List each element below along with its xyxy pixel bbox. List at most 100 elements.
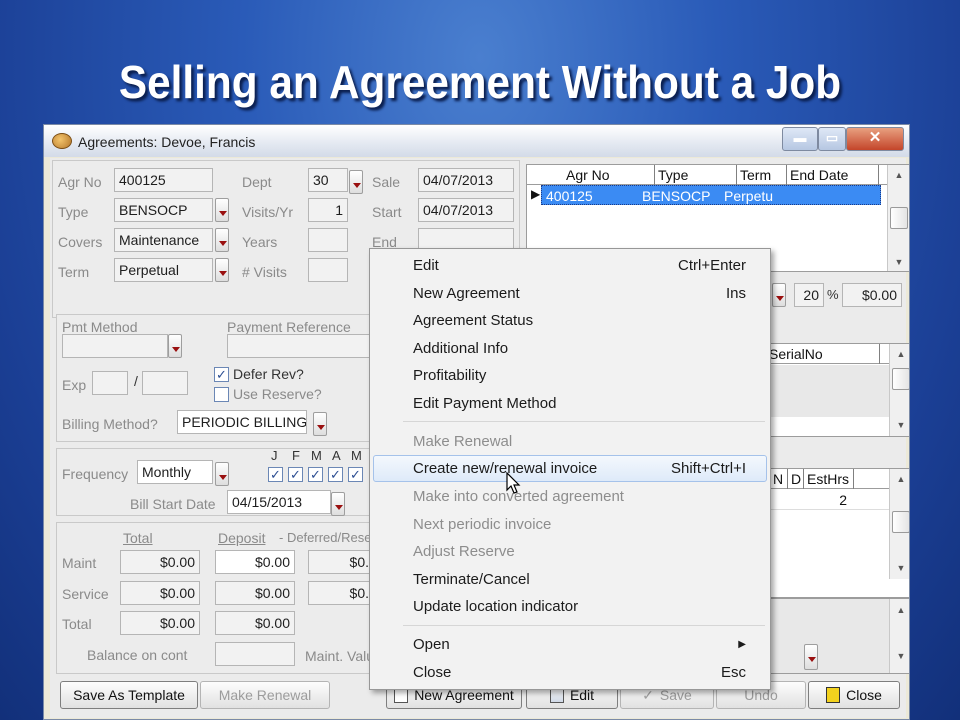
frequency-field[interactable]: Monthly [137,460,213,484]
menu-item-label: Make Renewal [413,433,513,450]
grid4-scrollbar[interactable]: ▲ ▼ [889,599,909,673]
month-f-checkbox[interactable]: ✓ [288,467,303,482]
percent-field[interactable]: 20 [794,283,824,307]
window-titlebar[interactable]: Agreements: Devoe, Francis ▬ ▭ ✕ [44,125,909,157]
serial-grid: SerialNo ▲ ▼ [764,343,909,437]
scroll-thumb[interactable] [892,511,909,533]
menu-item-agreement-status[interactable]: Agreement Status [373,307,767,334]
balance-field [215,642,295,666]
col-serial-no[interactable]: SerialNo [765,344,880,364]
agr-no-field[interactable]: 400125 [114,168,213,192]
submenu-arrow-icon: ▶ [738,639,746,650]
visits-field[interactable]: 1 [308,198,348,222]
menu-item-open[interactable]: Open ▶ [373,631,767,658]
billing-method-field[interactable]: PERIODIC BILLING [177,410,307,434]
percent-symbol: % [827,287,839,302]
menu-item-new-agreement[interactable]: New Agreement Ins [373,280,767,307]
covers-field[interactable]: Maintenance [114,228,213,252]
menu-item-create-renewal-invoice[interactable]: Create new/renewal invoice Shift+Ctrl+I [373,455,767,482]
grid3-scrollbar[interactable]: ▲ ▼ [889,469,909,579]
menu-item-terminate-cancel[interactable]: Terminate/Cancel [373,566,767,593]
scroll-down-icon[interactable]: ▼ [888,257,909,267]
exp-year-field[interactable] [142,371,188,395]
close-button[interactable]: Close [808,681,900,709]
month-f-label: F [292,448,300,463]
col-term[interactable]: Term [737,165,787,185]
grid1-scrollbar[interactable]: ▲ ▼ [887,165,909,271]
table-row[interactable]: 400125 BENSOCP Perpetu [541,185,881,205]
menu-item-label: Adjust Reserve [413,543,515,560]
pmt-reference-field[interactable] [227,334,372,358]
col-est-hrs[interactable]: EstHrs [804,469,854,489]
make-renewal-button[interactable]: Make Renewal [200,681,330,709]
sale-label: Sale [372,174,401,190]
menu-item-profitability[interactable]: Profitability [373,362,767,389]
percent-dropdown-button[interactable] [772,283,786,307]
menu-item-update-location[interactable]: Update location indicator [373,593,767,620]
scroll-thumb[interactable] [892,368,909,390]
month-m-checkbox[interactable]: ✓ [308,467,323,482]
scroll-down-icon[interactable]: ▼ [890,420,909,430]
covers-dropdown-button[interactable] [215,228,229,252]
tasks-grid: N D EstHrs 2 ▲ ▼ [764,468,909,598]
menu-item-edit-payment-method[interactable]: Edit Payment Method [373,390,767,417]
lower-right-dropdown-button[interactable] [804,644,818,670]
amount-field[interactable]: $0.00 [842,283,902,307]
menu-item-make-renewal[interactable]: Make Renewal [373,428,767,455]
serial-grid-empty-row [765,365,889,417]
term-dropdown-button[interactable] [215,258,229,282]
save-as-template-button[interactable]: Save As Template [60,681,198,709]
dept-dropdown-button[interactable] [349,170,363,194]
col-agr-no[interactable]: Agr No [563,165,655,185]
month-j-checkbox[interactable]: ✓ [268,467,283,482]
close-window-button[interactable]: ✕ [846,127,904,151]
num-visits-field[interactable] [308,258,348,282]
scroll-thumb[interactable] [890,207,908,229]
scroll-down-icon[interactable]: ▼ [890,563,909,573]
pmt-method-dropdown-button[interactable] [168,334,182,358]
billing-method-dropdown-button[interactable] [313,412,327,436]
exp-month-field[interactable] [92,371,128,395]
use-reserve-checkbox[interactable] [214,387,229,402]
maximize-button[interactable]: ▭ [818,127,846,151]
start-date-field[interactable]: 04/07/2013 [418,198,514,222]
dept-field[interactable]: 30 [308,168,348,192]
minimize-button[interactable]: ▬ [782,127,818,151]
scroll-down-icon[interactable]: ▼ [890,651,909,661]
maint-deposit-field[interactable]: $0.00 [215,550,295,574]
grid2-scrollbar[interactable]: ▲ ▼ [889,344,909,436]
menu-separator [403,421,765,422]
menu-item-label: Profitability [413,367,487,384]
pmt-method-field[interactable] [62,334,168,358]
menu-item-adjust-reserve[interactable]: Adjust Reserve [373,538,767,565]
table-row[interactable]: 2 [765,490,889,510]
month-m2-checkbox[interactable]: ✓ [348,467,363,482]
scroll-up-icon[interactable]: ▲ [890,474,909,484]
bill-start-dropdown-button[interactable] [331,492,345,516]
scroll-up-icon[interactable]: ▲ [890,349,909,359]
grid-header: Agr No Type Term End Date [527,165,887,185]
notes-grid: ▲ ▼ [764,598,909,674]
total-label: Total [62,616,92,632]
frequency-dropdown-button[interactable] [215,462,229,486]
scroll-up-icon[interactable]: ▲ [890,605,909,615]
month-a-checkbox[interactable]: ✓ [328,467,343,482]
menu-item-edit[interactable]: Edit Ctrl+Enter [373,252,767,279]
type-field[interactable]: BENSOCP [114,198,213,222]
menu-item-label: Additional Info [413,340,509,357]
col-end-date[interactable]: End Date [787,165,879,185]
years-field[interactable] [308,228,348,252]
menu-item-next-periodic-invoice[interactable]: Next periodic invoice [373,511,767,538]
sale-date-field[interactable]: 04/07/2013 [418,168,514,192]
type-dropdown-button[interactable] [215,198,229,222]
scroll-up-icon[interactable]: ▲ [888,170,909,180]
col-type[interactable]: Type [655,165,737,185]
term-field[interactable]: Perpetual [114,258,213,282]
menu-item-additional-info[interactable]: Additional Info [373,335,767,362]
bill-start-field[interactable]: 04/15/2013 [227,490,331,514]
menu-item-make-converted[interactable]: Make into converted agreement [373,483,767,510]
close-label: Close [846,687,882,703]
col-d[interactable]: D [788,469,804,489]
menu-item-close[interactable]: Close Esc [373,659,767,686]
defer-rev-checkbox[interactable]: ✓ [214,367,229,382]
